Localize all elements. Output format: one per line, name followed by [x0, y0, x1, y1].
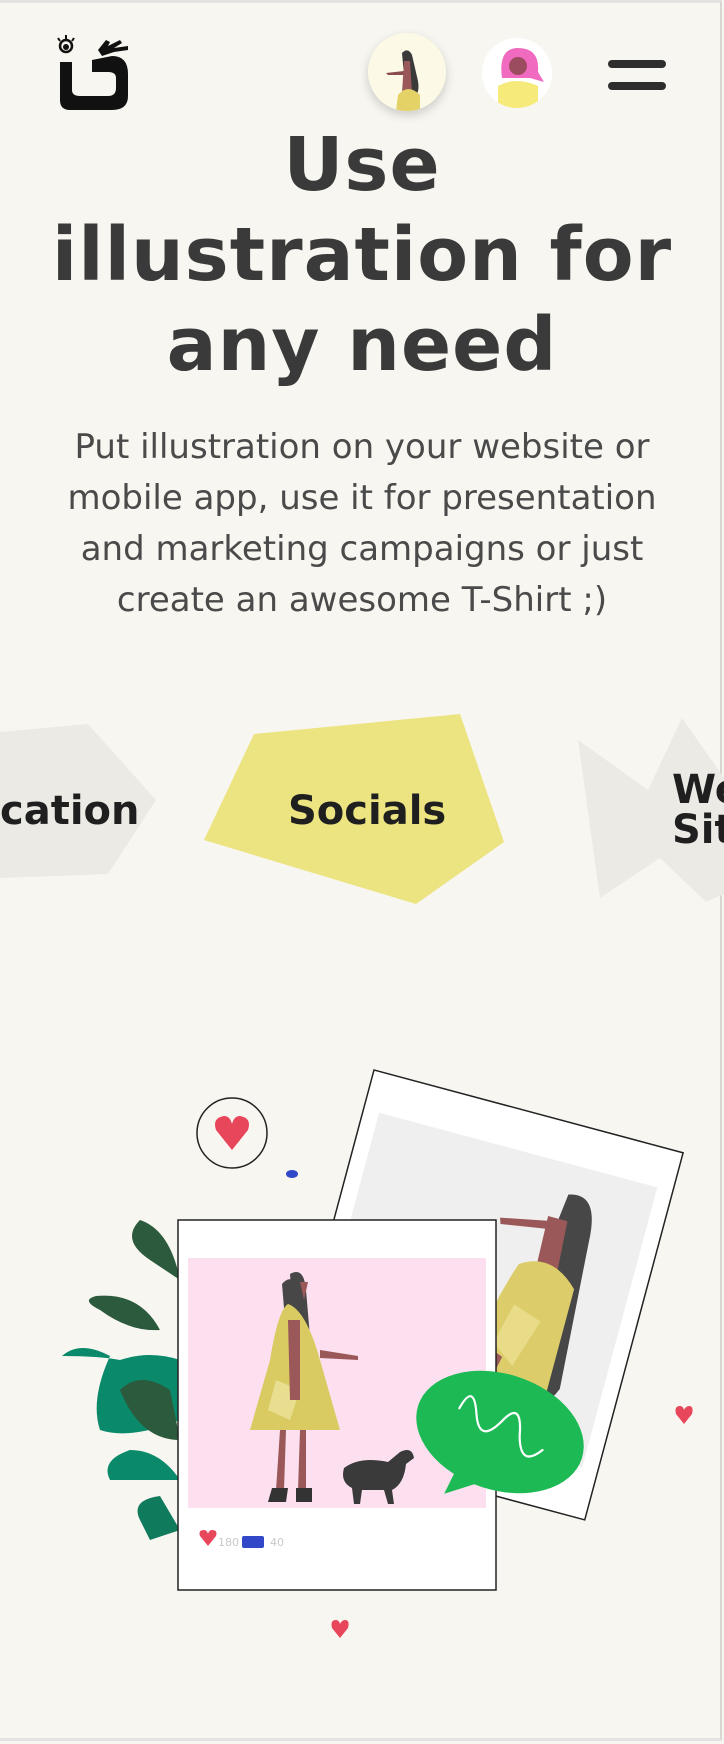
subtitle-line: create an awesome T-Shirt ;) — [116, 580, 608, 620]
subtitle-line: Put illustration on your website or — [74, 427, 650, 467]
category-label-website: We Sit — [672, 770, 724, 850]
category-tab-socials[interactable]: Socials — [204, 712, 506, 908]
eye-hand-logo-icon[interactable] — [56, 34, 132, 110]
title-line: Use — [283, 122, 441, 208]
category-tab-education[interactable]: cation — [0, 722, 160, 882]
category-tab-website[interactable]: We Sit — [578, 718, 724, 902]
small-heart-icon — [675, 1406, 693, 1424]
page-title: Use illustration for any need — [30, 120, 694, 390]
likes-count: 180 — [218, 1536, 239, 1549]
heart-badge-icon — [196, 1097, 268, 1169]
socials-illustration: 180 40 — [0, 1060, 724, 1660]
category-label-website-line: We — [672, 767, 724, 813]
category-label-socials: Socials — [288, 788, 447, 834]
subtitle-line: mobile app, use it for presentation — [67, 478, 657, 518]
category-label-education: cation — [0, 788, 140, 834]
subtitle-line: and marketing campaigns or just — [80, 529, 644, 569]
hero-subtitle: Put illustration on your website or mobi… — [40, 422, 684, 626]
title-line: any need — [166, 302, 558, 388]
plant-decoration — [62, 1220, 180, 1540]
pink-hair-avatar-icon[interactable] — [482, 38, 552, 108]
small-heart-icon — [331, 1620, 349, 1638]
comments-count: 40 — [270, 1536, 284, 1549]
category-label-website-line: Sit — [672, 807, 724, 853]
menu-bar-bottom — [608, 82, 666, 90]
woman-avatar-icon[interactable] — [368, 33, 446, 111]
hamburger-menu-icon[interactable] — [606, 58, 668, 98]
menu-bar-top — [608, 60, 666, 68]
title-line: illustration for — [51, 212, 673, 298]
